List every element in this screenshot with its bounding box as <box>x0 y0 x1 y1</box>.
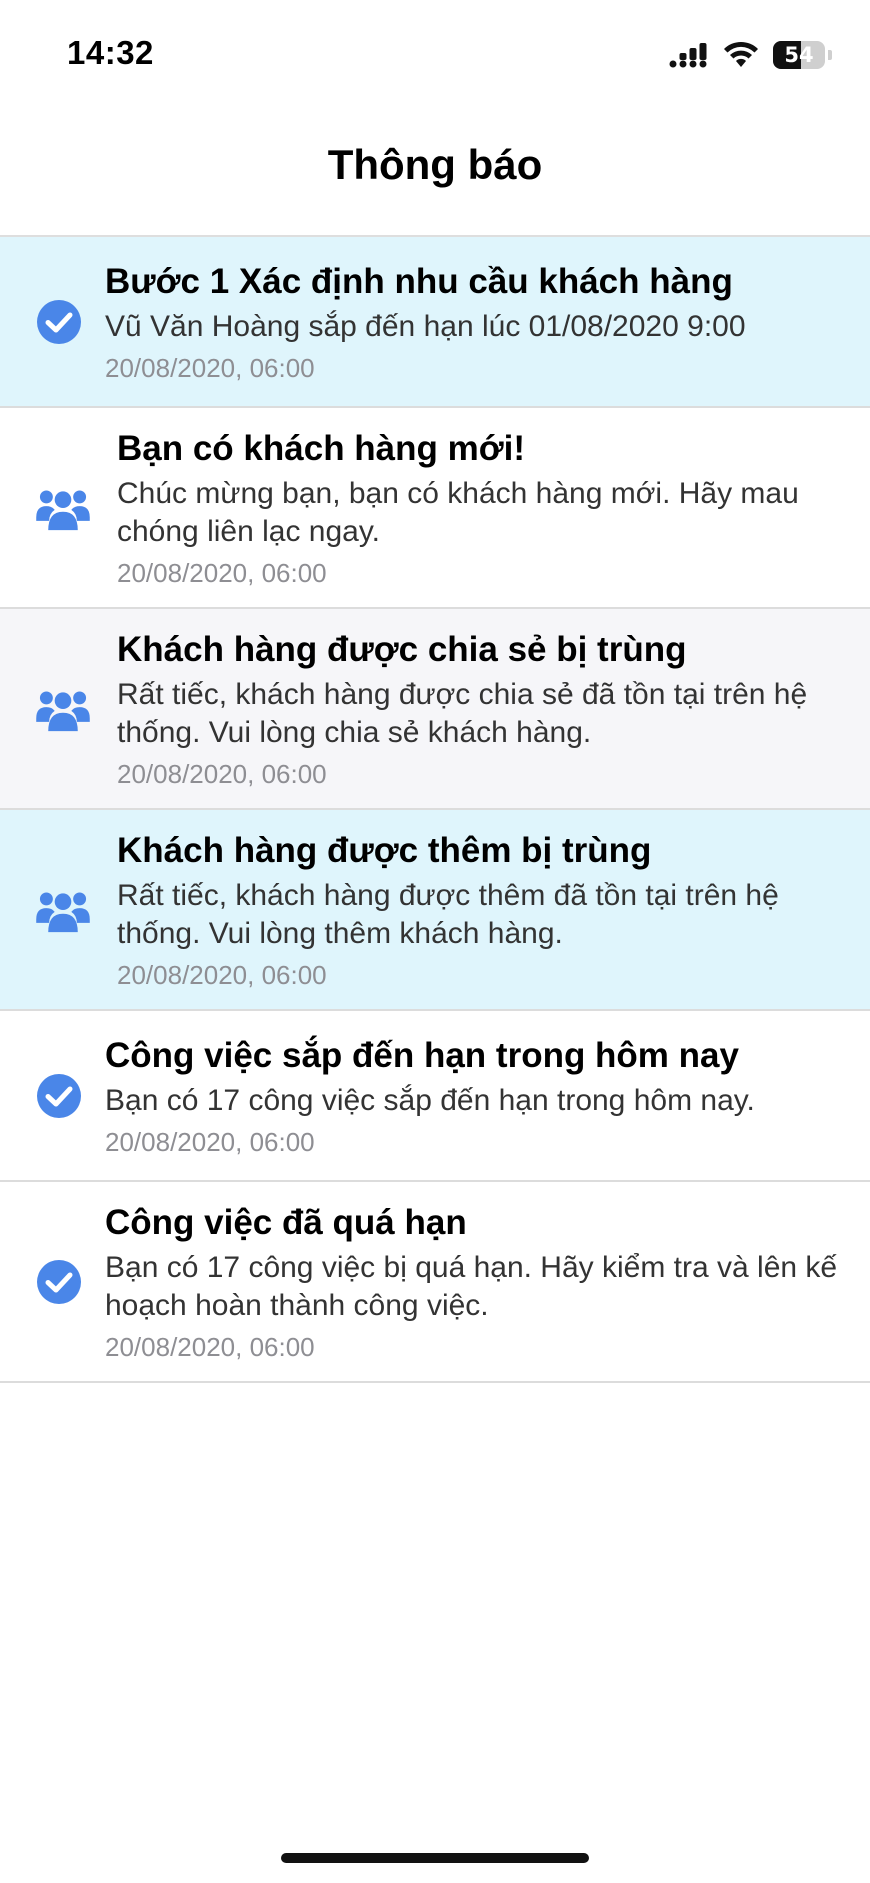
notification-body: Khách hàng được thêm bị trùng Rất tiếc, k… <box>117 829 850 991</box>
notification-title: Bước 1 Xác định nhu cầu khách hàng <box>105 261 733 301</box>
notification-time: 20/08/2020, 06:00 <box>105 1126 315 1157</box>
notification-text: Bạn có 17 công việc bị quá hạn. Hãy kiểm… <box>105 1250 838 1322</box>
notification-item[interactable]: Công việc sắp đến hạn trong hôm nay Bạn c… <box>0 1011 870 1182</box>
notification-time: 20/08/2020, 06:00 <box>117 557 327 588</box>
page-title: Thông báo <box>327 140 543 188</box>
notification-text: Rất tiếc, khách hàng được thêm đã tồn tạ… <box>117 878 779 950</box>
cellular-signal-icon <box>669 43 707 68</box>
check-circle-icon <box>37 299 81 344</box>
notification-text: Rất tiếc, khách hàng được chia sẻ đã tồn… <box>117 677 808 749</box>
users-icon <box>36 690 90 731</box>
notification-item[interactable]: Khách hàng được chia sẻ bị trùng Rất tiếc… <box>0 609 870 810</box>
header: Thông báo <box>0 110 870 237</box>
notification-title: Công việc đã quá hạn <box>105 1202 467 1242</box>
notification-item[interactable]: Bạn có khách hàng mới! Chúc mừng bạn, bạn… <box>0 408 870 609</box>
notification-time: 20/08/2020, 06:00 <box>117 959 327 990</box>
notification-time: 20/08/2020, 06:00 <box>105 352 315 383</box>
status-icons: 54 <box>669 40 832 70</box>
wifi-icon <box>724 41 758 67</box>
notification-body: Công việc đã quá hạn Bạn có 17 công việc … <box>105 1201 850 1363</box>
battery-level: 54 <box>784 43 814 67</box>
home-indicator[interactable] <box>281 1853 589 1863</box>
check-circle-icon <box>37 1073 81 1118</box>
notification-body: Khách hàng được chia sẻ bị trùng Rất tiếc… <box>117 628 850 790</box>
notification-item[interactable]: Khách hàng được thêm bị trùng Rất tiếc, k… <box>0 810 870 1011</box>
battery-icon: 54 <box>773 41 825 69</box>
notification-list: Bước 1 Xác định nhu cầu khách hàng Vũ Văn… <box>0 237 870 1383</box>
notification-body: Công việc sắp đến hạn trong hôm nay Bạn c… <box>105 1034 850 1158</box>
users-icon <box>36 891 90 932</box>
notification-body: Bạn có khách hàng mới! Chúc mừng bạn, bạn… <box>117 427 850 589</box>
notification-time: 20/08/2020, 06:00 <box>117 758 327 789</box>
notification-text: Vũ Văn Hoàng sắp đến hạn lúc 01/08/2020 … <box>105 309 746 343</box>
status-bar: 14:32 54 <box>0 0 870 110</box>
notification-title: Khách hàng được chia sẻ bị trùng <box>117 629 687 669</box>
notification-text: Chúc mừng bạn, bạn có khách hàng mới. Hã… <box>117 476 799 548</box>
check-circle-icon <box>37 1259 81 1304</box>
status-time: 14:32 <box>67 34 154 71</box>
notification-body: Bước 1 Xác định nhu cầu khách hàng Vũ Văn… <box>105 260 850 384</box>
notification-title: Bạn có khách hàng mới! <box>117 428 526 468</box>
notification-time: 20/08/2020, 06:00 <box>105 1331 315 1362</box>
notification-title: Khách hàng được thêm bị trùng <box>117 830 652 870</box>
notification-text: Bạn có 17 công việc sắp đến hạn trong hô… <box>105 1083 755 1117</box>
notification-item[interactable]: Công việc đã quá hạn Bạn có 17 công việc … <box>0 1182 870 1383</box>
battery-cap <box>828 50 832 60</box>
notification-item[interactable]: Bước 1 Xác định nhu cầu khách hàng Vũ Văn… <box>0 237 870 408</box>
notification-title: Công việc sắp đến hạn trong hôm nay <box>105 1035 739 1075</box>
users-icon <box>36 489 90 530</box>
